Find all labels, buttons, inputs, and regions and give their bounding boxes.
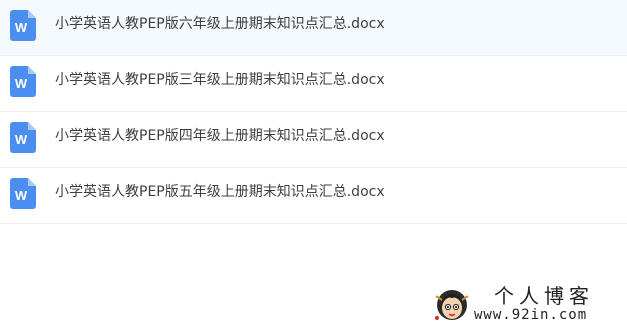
file-name[interactable]: 小学英语人教PEP版五年级上册期末知识点汇总.docx (55, 168, 385, 217)
watermark-url: www.92in.com (474, 307, 588, 323)
svg-text:W: W (15, 20, 28, 35)
file-list: W 小学英语人教PEP版六年级上册期末知识点汇总.docx W 小学英语人教PE… (0, 0, 627, 224)
watermark-title: 个人博客 (494, 284, 594, 308)
svg-text:W: W (15, 76, 28, 91)
file-name[interactable]: 小学英语人教PEP版六年级上册期末知识点汇总.docx (55, 0, 385, 49)
file-row[interactable]: W 小学英语人教PEP版五年级上册期末知识点汇总.docx (0, 168, 627, 224)
file-row[interactable]: W 小学英语人教PEP版三年级上册期末知识点汇总.docx (0, 56, 627, 112)
svg-text:W: W (15, 132, 28, 147)
file-name[interactable]: 小学英语人教PEP版三年级上册期末知识点汇总.docx (55, 56, 385, 105)
file-row[interactable]: W 小学英语人教PEP版六年级上册期末知识点汇总.docx (0, 0, 627, 56)
cartoon-avatar-icon (432, 284, 472, 324)
svg-text:W: W (15, 188, 28, 203)
word-doc-icon: W (10, 10, 36, 41)
word-doc-icon: W (10, 66, 36, 97)
blog-watermark: 个人博客 www.92in.com (432, 284, 622, 324)
word-doc-icon: W (10, 178, 36, 209)
word-doc-icon: W (10, 122, 36, 153)
file-row[interactable]: W 小学英语人教PEP版四年级上册期末知识点汇总.docx (0, 112, 627, 168)
file-name[interactable]: 小学英语人教PEP版四年级上册期末知识点汇总.docx (55, 112, 385, 161)
